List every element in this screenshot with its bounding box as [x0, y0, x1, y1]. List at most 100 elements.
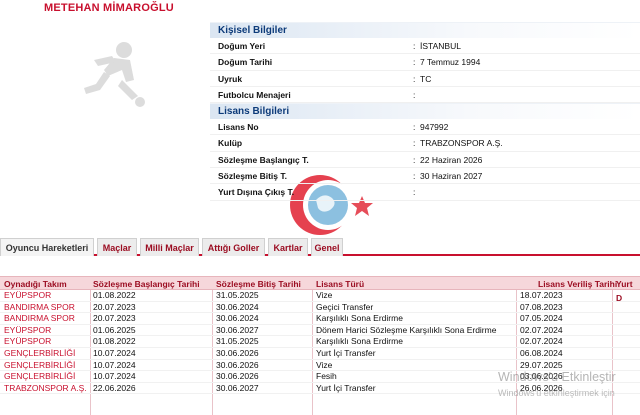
player-silhouette-icon: [84, 42, 145, 107]
table-row: GENÇLERBİRLİĞİ 10.07.2024 30.06.2026 Yur…: [0, 348, 640, 360]
info-label: Sözleşme Bitiş T.: [218, 171, 287, 182]
cell-license-date: 02.07.2024: [520, 336, 563, 347]
header-contract-end[interactable]: Sözleşme Bitiş Tarihi: [216, 277, 301, 291]
cell-license-date: 07.05.2024: [520, 313, 563, 324]
cell-team[interactable]: EYÜPSPOR: [4, 290, 51, 302]
info-row-abroad-exit: Yurt Dışına Çıkış T. :: [210, 184, 640, 201]
cell-team[interactable]: GENÇLERBİRLİĞİ: [4, 360, 75, 372]
table-row: EYÜPSPOR 01.06.2025 30.06.2027 Dönem Har…: [0, 325, 640, 337]
cell-license-date: 06.08.2024: [520, 347, 563, 358]
cell-contract-end: 30.06.2024: [216, 313, 259, 324]
table-row: EYÜPSPOR 01.08.2022 31.05.2025 Karşılıkl…: [0, 336, 640, 348]
tab-matches[interactable]: Maçlar: [97, 238, 137, 256]
header-license-date[interactable]: Lisans Veriliş Tarihi: [538, 277, 617, 291]
info-label: Doğum Tarihi: [218, 57, 273, 68]
info-separator: :: [413, 187, 416, 198]
info-row-agent: Futbolcu Menajeri :: [210, 87, 640, 104]
cell-team[interactable]: BANDIRMA SPOR: [4, 313, 75, 325]
info-value: 947992: [420, 122, 449, 133]
info-row-club: Kulüp : TRABZONSPOR A.Ş.: [210, 135, 640, 152]
cell-contract-start: 10.07.2024: [93, 371, 136, 382]
info-value: TC: [420, 73, 432, 84]
info-row-contract-start: Sözleşme Başlangıç T. : 22 Haziran 2026: [210, 152, 640, 169]
cell-contract-end: 31.05.2025: [216, 290, 259, 300]
header-license-type[interactable]: Lisans Türü: [316, 277, 364, 291]
info-row-birthdate: Doğum Tarihi : 7 Temmuz 1994: [210, 54, 640, 71]
header-team[interactable]: Oynadığı Takım: [4, 277, 67, 291]
table-header-row: Oynadığı Takım Sözleşme Başlangıç Tarihi…: [0, 276, 640, 303]
cell-license-type: Fesih: [316, 371, 337, 382]
cell-license-type: Yurt İçi Transfer: [316, 347, 376, 358]
cell-contract-end: 30.06.2026: [216, 371, 259, 382]
info-value: 30 Haziran 2027: [420, 171, 483, 182]
cell-license-date: 02.07.2024: [520, 324, 563, 335]
tab-cards[interactable]: Kartlar: [268, 238, 308, 256]
info-label: Uyruk: [218, 73, 243, 84]
info-label: Doğum Yeri: [218, 41, 266, 51]
cell-team[interactable]: EYÜPSPOR: [4, 325, 51, 337]
tab-player-movements[interactable]: Oyuncu Hareketleri: [0, 238, 94, 256]
info-separator: :: [413, 89, 416, 100]
cell-contract-end: 30.06.2024: [216, 301, 259, 312]
table-row: BANDIRMA SPOR 20.07.2023 30.06.2024 Geçi…: [0, 302, 640, 314]
section-title-license: Lisans Bilgileri: [210, 103, 640, 120]
table-row: BANDIRMA SPOR 20.07.2023 30.06.2024 Karş…: [0, 313, 640, 325]
info-separator: :: [413, 138, 416, 149]
cell-license-type: Geçici Transfer: [316, 301, 374, 312]
info-value: TRABZONSPOR A.Ş.: [420, 138, 503, 149]
cell-contract-end: 30.06.2026: [216, 347, 259, 358]
info-separator: :: [413, 122, 416, 133]
section-title-personal: Kişisel Bilgiler: [210, 22, 640, 38]
cell-contract-end: 30.06.2026: [216, 359, 259, 370]
cell-contract-start: 22.06.2026: [93, 382, 136, 393]
cell-contract-end: 30.06.2027: [216, 382, 259, 393]
cell-contract-start: 20.07.2023: [93, 301, 136, 312]
info-separator: :: [413, 41, 416, 51]
info-label: Yurt Dışına Çıkış T.: [218, 187, 295, 198]
info-row-birthplace: Doğum Yeri : İSTANBUL: [210, 38, 640, 55]
cell-team[interactable]: BANDIRMA SPOR: [4, 302, 75, 314]
cell-license-type: Vize: [316, 290, 333, 300]
info-row-contract-end: Sözleşme Bitiş T. : 30 Haziran 2027: [210, 168, 640, 185]
cell-contract-start: 01.08.2022: [93, 336, 136, 347]
info-separator: :: [413, 154, 416, 165]
info-value: İSTANBUL: [420, 41, 461, 51]
cell-contract-start: 20.07.2023: [93, 313, 136, 324]
player-info-panel: Kişisel Bilgiler Doğum Yeri : İSTANBUL D…: [210, 22, 640, 201]
info-row-nationality: Uyruk : TC: [210, 71, 640, 87]
cell-license-date: 07.08.2023: [520, 301, 563, 312]
cell-team[interactable]: TRABZONSPOR A.Ş.: [4, 383, 87, 395]
cell-team[interactable]: EYÜPSPOR: [4, 336, 51, 348]
info-label: Kulüp: [218, 138, 243, 149]
cell-license-date: 18.07.2023: [520, 290, 563, 300]
cell-license-type: Karşılıklı Sona Erdirme: [316, 336, 403, 347]
cell-contract-start: 10.07.2024: [93, 359, 136, 370]
tab-goals[interactable]: Attığı Goller: [202, 238, 265, 256]
info-separator: :: [413, 73, 416, 84]
cell-license-type: Dönem Harici Sözleşme Karşılıklı Sona Er…: [316, 324, 497, 335]
tab-national-matches[interactable]: Milli Maçlar: [140, 238, 199, 256]
cell-license-type: Yurt İçi Transfer: [316, 382, 376, 393]
header-contract-start[interactable]: Sözleşme Başlangıç Tarihi: [93, 277, 200, 291]
info-separator: :: [413, 171, 416, 182]
cell-contract-end: 30.06.2027: [216, 324, 259, 335]
info-value: 22 Haziran 2026: [420, 154, 483, 165]
cell-license-type: Vize: [316, 359, 333, 370]
tab-general[interactable]: Genel: [311, 238, 343, 256]
cell-contract-start: 10.07.2024: [93, 347, 136, 358]
cell-team[interactable]: GENÇLERBİRLİĞİ: [4, 348, 75, 360]
player-name: METEHAN MİMAROĞLU: [44, 2, 174, 14]
info-label: Sözleşme Başlangıç T.: [218, 154, 309, 165]
tab-bar: Oyuncu Hareketleri Maçlar Milli Maçlar A…: [0, 236, 640, 256]
cell-team[interactable]: GENÇLERBİRLİĞİ: [4, 371, 75, 383]
cell-contract-start: 01.08.2022: [93, 290, 136, 300]
windows-activation-subtitle: Windows'u etkinleştirmek için: [498, 388, 615, 398]
info-value: 7 Temmuz 1994: [420, 57, 481, 68]
cell-contract-end: 31.05.2025: [216, 336, 259, 347]
info-label: Futbolcu Menajeri: [218, 89, 291, 100]
cell-license-type: Karşılıklı Sona Erdirme: [316, 313, 403, 324]
info-row-license-no: Lisans No : 947992: [210, 119, 640, 136]
windows-activation-watermark: Windows'u Etkinleştir: [498, 370, 616, 384]
cell-contract-start: 01.06.2025: [93, 324, 136, 335]
info-separator: :: [413, 57, 416, 68]
